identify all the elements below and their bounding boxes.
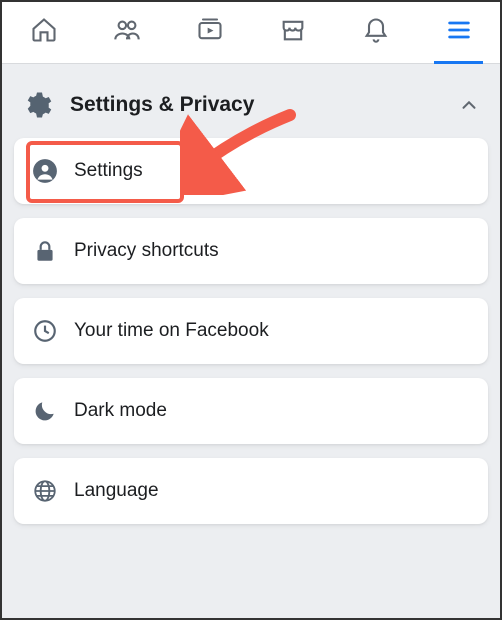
gear-icon	[22, 90, 52, 120]
top-nav	[2, 2, 500, 64]
section-title: Settings & Privacy	[70, 93, 458, 117]
nav-friends[interactable]	[85, 2, 168, 63]
nav-marketplace[interactable]	[251, 2, 334, 63]
home-icon	[30, 16, 58, 49]
item-settings[interactable]: Settings	[14, 138, 488, 204]
globe-icon	[32, 478, 58, 504]
friends-icon	[113, 16, 141, 49]
watch-icon	[196, 16, 224, 49]
menu-icon	[445, 16, 473, 49]
item-language[interactable]: Language	[14, 458, 488, 524]
nav-home[interactable]	[2, 2, 85, 63]
moon-icon	[32, 398, 58, 424]
item-label: Your time on Facebook	[74, 320, 269, 342]
chevron-up-icon	[458, 94, 480, 116]
content-area: Settings & Privacy Settings Privacy shor…	[2, 64, 500, 618]
nav-watch[interactable]	[168, 2, 251, 63]
item-label: Privacy shortcuts	[74, 240, 219, 262]
nav-menu[interactable]	[417, 2, 500, 63]
profile-circle-icon	[32, 158, 58, 184]
nav-notifications[interactable]	[334, 2, 417, 63]
marketplace-icon	[279, 16, 307, 49]
item-label: Settings	[74, 160, 143, 182]
clock-icon	[32, 318, 58, 344]
item-your-time[interactable]: Your time on Facebook	[14, 298, 488, 364]
item-label: Dark mode	[74, 400, 167, 422]
item-privacy-shortcuts[interactable]: Privacy shortcuts	[14, 218, 488, 284]
bell-icon	[362, 16, 390, 49]
lock-icon	[32, 238, 58, 264]
item-label: Language	[74, 480, 159, 502]
section-header[interactable]: Settings & Privacy	[14, 80, 488, 138]
item-dark-mode[interactable]: Dark mode	[14, 378, 488, 444]
